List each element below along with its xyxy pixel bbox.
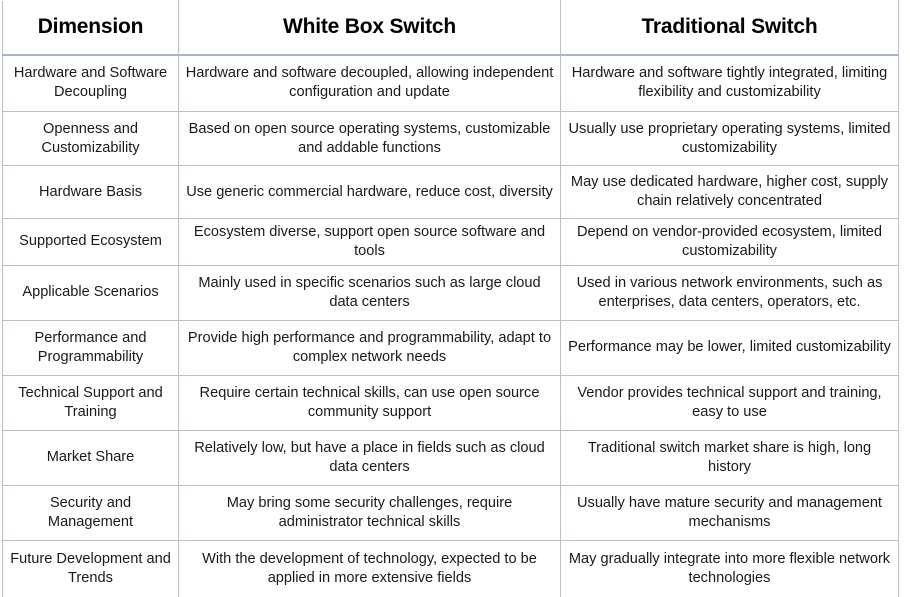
table-row: Future Development and Trends With the d… [2, 539, 899, 597]
cell-traditional: May gradually integrate into more flexib… [560, 539, 899, 597]
cell-white-box: May bring some security challenges, requ… [178, 484, 561, 541]
table-row: Performance and Programmability Provide … [2, 319, 899, 376]
cell-traditional: Usually have mature security and managem… [560, 484, 899, 541]
cell-dimension: Technical Support and Training [2, 374, 179, 431]
cell-white-box: Ecosystem diverse, support open source s… [178, 218, 561, 266]
comparison-table-container: Dimension White Box Switch Traditional S… [0, 0, 910, 597]
cell-traditional: Depend on vendor-provided ecosystem, lim… [560, 218, 899, 266]
cell-traditional: Hardware and software tightly integrated… [560, 54, 899, 112]
cell-dimension: Supported Ecosystem [2, 218, 179, 266]
cell-white-box: With the development of technology, expe… [178, 539, 561, 597]
table-row: Hardware Basis Use generic commercial ha… [2, 165, 899, 219]
table-row: Applicable Scenarios Mainly used in spec… [2, 264, 899, 321]
header-row: Dimension White Box Switch Traditional S… [2, 0, 899, 56]
cell-white-box: Mainly used in specific scenarios such a… [178, 264, 561, 321]
cell-dimension: Openness and Customizability [2, 111, 179, 166]
column-header-traditional-switch: Traditional Switch [560, 0, 899, 56]
column-header-dimension: Dimension [2, 0, 179, 56]
cell-traditional: Performance may be lower, limited custom… [560, 319, 899, 376]
cell-dimension: Market Share [2, 429, 179, 486]
table-row: Hardware and Software Decoupling Hardwar… [2, 54, 899, 112]
cell-dimension: Performance and Programmability [2, 319, 179, 376]
cell-traditional: Used in various network environments, su… [560, 264, 899, 321]
switch-comparison-table: Dimension White Box Switch Traditional S… [2, 0, 899, 597]
table-header: Dimension White Box Switch Traditional S… [2, 0, 899, 56]
cell-dimension: Security and Management [2, 484, 179, 541]
cell-dimension: Hardware Basis [2, 165, 179, 219]
cell-dimension: Future Development and Trends [2, 539, 179, 597]
cell-traditional: Vendor provides technical support and tr… [560, 374, 899, 431]
table-row: Technical Support and Training Require c… [2, 374, 899, 431]
cell-traditional: Traditional switch market share is high,… [560, 429, 899, 486]
cell-white-box: Hardware and software decoupled, allowin… [178, 54, 561, 112]
cell-white-box: Provide high performance and programmabi… [178, 319, 561, 376]
cell-white-box: Use generic commercial hardware, reduce … [178, 165, 561, 219]
cell-white-box: Require certain technical skills, can us… [178, 374, 561, 431]
table-body: Hardware and Software Decoupling Hardwar… [2, 54, 899, 597]
cell-white-box: Relatively low, but have a place in fiel… [178, 429, 561, 486]
cell-traditional: Usually use proprietary operating system… [560, 111, 899, 166]
cell-traditional: May use dedicated hardware, higher cost,… [560, 165, 899, 219]
cell-dimension: Hardware and Software Decoupling [2, 54, 179, 112]
column-header-white-box-switch: White Box Switch [178, 0, 561, 56]
table-row: Market Share Relatively low, but have a … [2, 429, 899, 486]
table-row: Supported Ecosystem Ecosystem diverse, s… [2, 218, 899, 266]
table-row: Openness and Customizability Based on op… [2, 111, 899, 166]
cell-dimension: Applicable Scenarios [2, 264, 179, 321]
table-row: Security and Management May bring some s… [2, 484, 899, 541]
cell-white-box: Based on open source operating systems, … [178, 111, 561, 166]
